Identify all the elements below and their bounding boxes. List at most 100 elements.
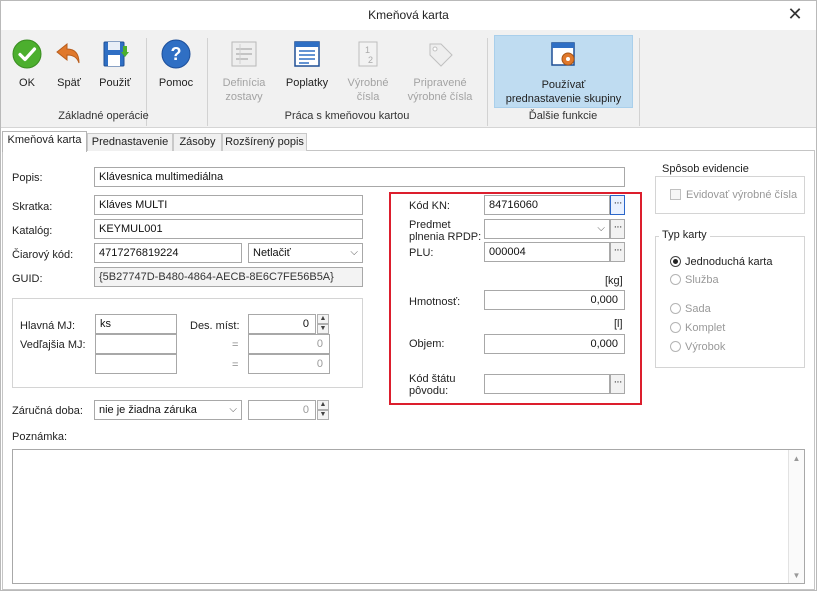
close-icon[interactable]: ✕: [785, 4, 805, 24]
tab-kmenova-karta[interactable]: Kmeňová karta: [2, 131, 87, 152]
predmet-label-line2: plnenia RPDP:: [409, 231, 482, 243]
serial-numbers-label: Výrobné čísla: [339, 76, 397, 104]
use-group-preset-button[interactable]: Používať prednastavenie skupiny: [494, 35, 633, 108]
kod-statu-browse-button[interactable]: ···: [610, 374, 625, 394]
save-disk-icon: [103, 41, 129, 67]
hmotnost-label: Hmotnosť:: [409, 296, 461, 308]
window-title: Kmeňová karta: [368, 8, 449, 22]
tag-icon: [429, 43, 453, 67]
apply-label: Použiť: [99, 77, 131, 89]
predmet-select[interactable]: ⌵: [484, 219, 610, 239]
report-definition-icon: [231, 41, 257, 67]
radio-sluzba[interactable]: Služba: [670, 274, 719, 286]
radio-dot[interactable]: [670, 341, 681, 352]
warranty-select[interactable]: nie je žiadna záruka ⌵: [94, 400, 242, 420]
poznamka-scrollbar[interactable]: ▲ ▼: [788, 450, 804, 583]
popis-field[interactable]: Klávesnica multimediálna: [94, 167, 625, 187]
report-definition-label: Definícia zostavy: [213, 76, 275, 104]
use-group-preset-label-line1: Používať: [541, 79, 586, 91]
guid-field[interactable]: {5B27747D-B480-4864-AECB-8E6C7FE56B5A}: [94, 267, 363, 287]
vedlajsia-mj-field-2[interactable]: [95, 354, 177, 374]
katalog-field[interactable]: KEYMUL001: [94, 219, 363, 239]
help-question-icon: ?: [161, 39, 191, 69]
predmet-browse-button[interactable]: ···: [610, 219, 625, 239]
back-button[interactable]: Späť: [49, 30, 89, 104]
prepared-serial-button[interactable]: Pripravené výrobné čísla: [401, 30, 479, 108]
warranty-stepper[interactable]: ▲ ▼: [317, 400, 329, 420]
svg-text:2: 2: [368, 55, 373, 65]
radio-dot[interactable]: [670, 256, 681, 267]
conversion-field-2[interactable]: 0: [248, 354, 330, 374]
plu-field[interactable]: 000004: [484, 242, 610, 262]
serial-numbers-button[interactable]: 1 2 Výrobné čísla: [339, 30, 397, 108]
radio-sada[interactable]: Sada: [670, 303, 711, 315]
chevron-down-icon: ⌵: [597, 223, 605, 234]
conv2-eq: =: [232, 359, 239, 371]
stepper-down-icon[interactable]: ▼: [317, 410, 329, 420]
warranty-count-field[interactable]: 0: [248, 400, 316, 420]
kod-kn-browse-button[interactable]: ···: [610, 195, 625, 215]
use-group-preset-label: Používať prednastavenie skupiny: [495, 78, 632, 106]
stepper-up-icon[interactable]: ▲: [317, 314, 329, 324]
radio-vyrobok[interactable]: Výrobok: [670, 341, 725, 353]
objem-label: Objem:: [409, 338, 445, 350]
group-basic-label: Základné operácie: [58, 110, 149, 122]
chevron-down-icon: ⌵: [350, 247, 358, 258]
des-mist-field[interactable]: 0: [248, 314, 316, 334]
prepared-serial-label-line2: výrobné čísla: [407, 91, 473, 103]
objem-field[interactable]: 0,000: [484, 334, 625, 354]
scroll-down-icon[interactable]: ▼: [789, 571, 804, 580]
report-definition-label-line2: zostavy: [225, 91, 263, 103]
hmotnost-field[interactable]: 0,000: [484, 290, 625, 310]
conv1-eq: =: [232, 339, 239, 351]
ok-label: OK: [19, 77, 35, 89]
fees-button[interactable]: Poplatky: [277, 30, 337, 104]
barcode-print-value: Netlačiť: [253, 247, 291, 259]
conversion-field-1[interactable]: 0: [248, 334, 330, 354]
report-definition-button[interactable]: Definícia zostavy: [213, 30, 275, 108]
vedlajsia-mj-field[interactable]: [95, 334, 177, 354]
barcode-print-select[interactable]: Netlačiť ⌵: [248, 243, 363, 263]
kod-statu-label-line1: Kód štátu: [409, 373, 456, 385]
ribbon-group-separator-3: [639, 38, 640, 126]
radio-dot[interactable]: [670, 274, 681, 285]
radio-jednoducha-karta[interactable]: Jednoduchá karta: [670, 256, 772, 268]
popis-label: Popis:: [12, 172, 43, 184]
stepper-down-icon[interactable]: ▼: [317, 324, 329, 334]
tab-zasoby[interactable]: Zásoby: [173, 133, 222, 151]
radio-label: Služba: [685, 274, 719, 286]
tab-rozsireny-popis[interactable]: Rozšírený popis: [222, 133, 307, 151]
des-mist-stepper[interactable]: ▲ ▼: [317, 314, 329, 334]
apply-button[interactable]: Použiť: [93, 30, 137, 104]
radio-komplet[interactable]: Komplet: [670, 322, 725, 334]
plu-browse-button[interactable]: ···: [610, 242, 625, 262]
kod-statu-field[interactable]: [484, 374, 610, 394]
radio-dot[interactable]: [670, 322, 681, 333]
ciarovy-kod-field[interactable]: 4717276819224: [94, 243, 242, 263]
poznamka-textarea[interactable]: [12, 449, 805, 584]
radio-dot[interactable]: [670, 303, 681, 314]
ciarovy-kod-label: Čiarový kód:: [12, 249, 74, 261]
help-button[interactable]: ? Pomoc: [151, 30, 201, 104]
kod-statu-label: Kód štátu pôvodu:: [409, 373, 455, 397]
scroll-up-icon[interactable]: ▲: [789, 454, 804, 463]
prepared-serial-label-line1: Pripravené: [413, 77, 467, 89]
kod-kn-field[interactable]: 84716060: [484, 195, 610, 215]
hlavna-mj-field[interactable]: ks: [95, 314, 177, 334]
ok-button[interactable]: OK: [7, 30, 47, 104]
checkbox-box[interactable]: [670, 189, 681, 200]
skratka-field[interactable]: Kláves MULTI: [94, 195, 363, 215]
back-label: Späť: [57, 77, 81, 89]
stepper-up-icon[interactable]: ▲: [317, 400, 329, 410]
card-type-group-title: Typ karty: [659, 229, 710, 241]
skratka-label: Skratka:: [12, 201, 53, 213]
serial-evidence-checkbox[interactable]: Evidovať výrobné čísla: [670, 189, 797, 201]
ok-check-icon: [12, 39, 42, 69]
tab-prednastavenie[interactable]: Prednastavenie: [87, 133, 173, 151]
evidence-group-title: Spôsob evidencie: [659, 163, 752, 175]
serial-numbers-label-line2: čísla: [356, 91, 380, 103]
vedlajsia-mj-label: Vedľajšia MJ:: [20, 339, 86, 351]
warranty-value: nie je žiadna záruka: [99, 404, 197, 416]
fees-label: Poplatky: [285, 77, 329, 89]
radio-label: Výrobok: [685, 341, 726, 353]
